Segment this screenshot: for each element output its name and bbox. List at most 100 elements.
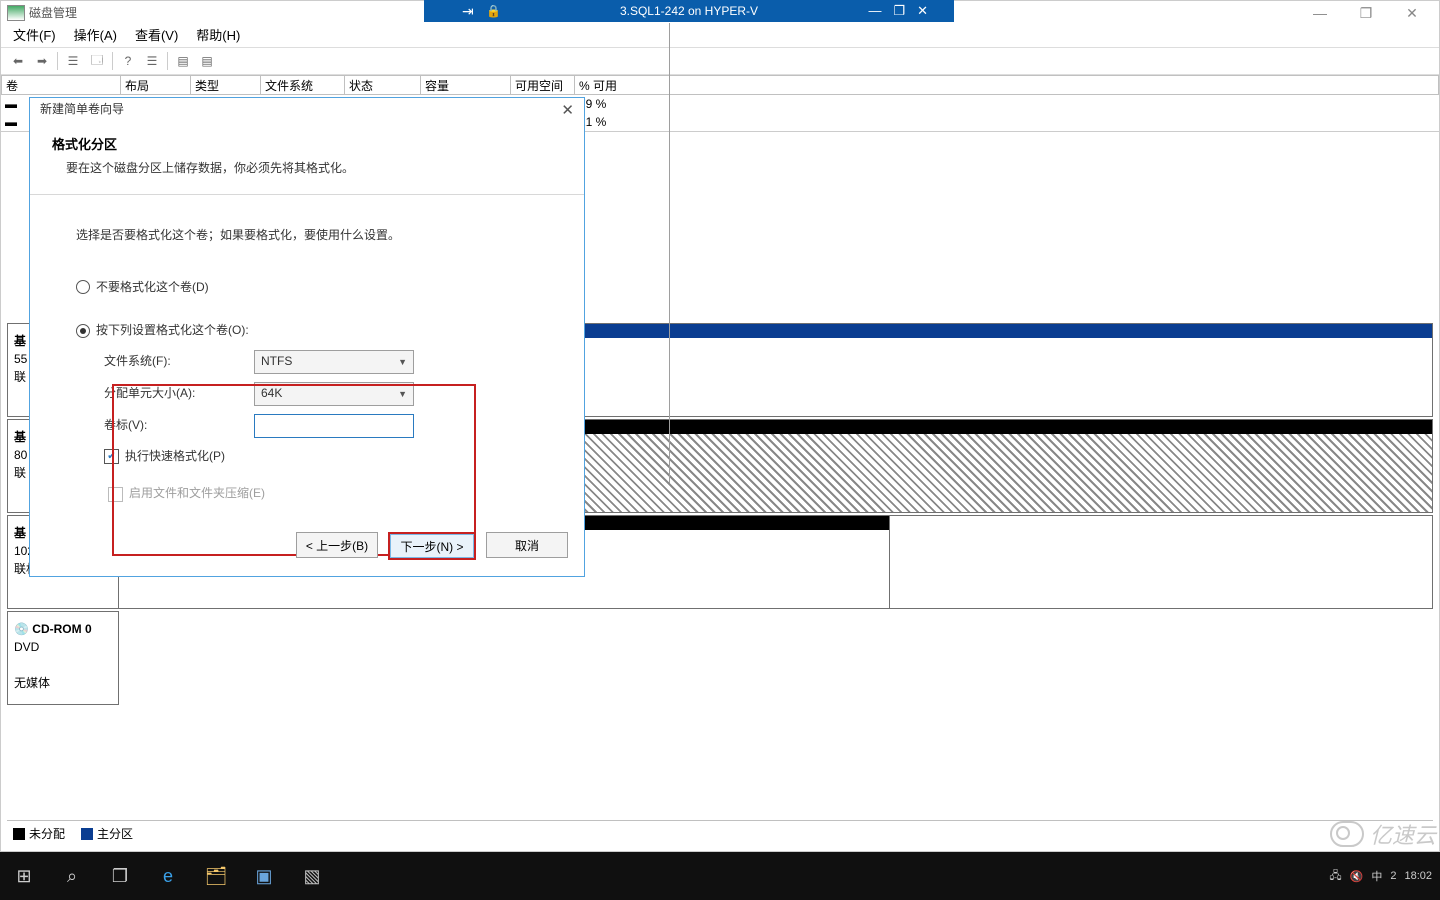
swatch-black (13, 828, 25, 840)
hv-close-button[interactable]: ✕ (917, 3, 928, 19)
watermark: 亿速云 (1330, 818, 1436, 850)
ime-indicator[interactable]: 中 (1371, 868, 1382, 884)
watermark-logo-icon (1330, 821, 1364, 847)
start-button[interactable]: ⊞ (0, 852, 48, 900)
volume-muted-icon[interactable]: 🔇 (1350, 870, 1364, 883)
desktop: 磁盘管理 — ❐ ✕ ⇥ 🔒 3.SQL1-242 on HYPER-V — ❐… (0, 0, 1440, 900)
cancel-button[interactable]: 取消 (486, 532, 568, 558)
label-allocation-unit: 分配单元大小(A): (104, 383, 254, 405)
search-button[interactable]: ⌕ (48, 852, 96, 900)
tb-view2-icon[interactable]: 🗔 (86, 51, 108, 71)
tb-back-icon[interactable]: ⬅ (7, 51, 29, 71)
hv-minimize-button[interactable]: — (868, 3, 881, 19)
network-icon[interactable]: 🖧 (1329, 867, 1341, 886)
legend-primary-label: 主分区 (97, 827, 133, 841)
server-manager-icon[interactable]: ▣ (240, 852, 288, 900)
new-simple-volume-wizard: 新建简单卷向导 ✕ 格式化分区 要在这个磁盘分区上储存数据，你必须先将其格式化。… (29, 97, 585, 577)
checkbox-quick-format[interactable]: ✔ 执行快速格式化(P) (104, 446, 538, 468)
label-filesystem: 文件系统(F): (104, 351, 254, 373)
swatch-blue (81, 828, 93, 840)
chevron-down-icon: ▼ (398, 354, 407, 370)
wizard-footer: < 上一步(B) 下一步(N) > 取消 (296, 532, 568, 560)
radio-do-not-format[interactable]: 不要格式化这个卷(D) (76, 277, 538, 299)
wizard-title: 新建简单卷向导 (40, 102, 124, 116)
col-filesystem[interactable]: 文件系统 (261, 75, 345, 95)
row-filesystem: 文件系统(F): NTFS ▼ (104, 350, 538, 374)
ie-icon[interactable]: e (144, 852, 192, 900)
wizard-instruction: 选择是否要格式化这个卷；如果要格式化，要使用什么设置。 (76, 225, 538, 247)
disk-label-cdrom[interactable]: 💿 CD-ROM 0 DVD 无媒体 (7, 611, 119, 705)
disk-status: 联 (14, 466, 26, 480)
wizard-header: 格式化分区 要在这个磁盘分区上储存数据，你必须先将其格式化。 (30, 120, 584, 182)
hv-bar-inner: ⇥ 🔒 3.SQL1-242 on HYPER-V — ❐ ✕ (442, 0, 936, 22)
radio-format-label: 按下列设置格式化这个卷(O): (96, 320, 249, 342)
disk-name: 基 (14, 334, 26, 348)
menu-view[interactable]: 查看(V) (133, 25, 180, 47)
radio-off-icon (76, 280, 90, 294)
hv-controls: — ❐ ✕ (868, 3, 928, 19)
volume-list-header: 卷 布局 类型 文件系统 状态 容量 可用空间 % 可用 (1, 75, 1439, 95)
wizard-close-button[interactable]: ✕ (561, 100, 574, 122)
col-volume[interactable]: 卷 (1, 75, 121, 95)
menu-file[interactable]: 文件(F) (11, 25, 58, 47)
col-layout[interactable]: 布局 (121, 75, 191, 95)
disk-name: 基 (14, 430, 26, 444)
label-volume-label: 卷标(V): (104, 415, 254, 437)
file-explorer-icon[interactable]: 🗂 (192, 852, 240, 900)
legend-unallocated: 未分配 (13, 825, 65, 842)
wizard-body: 选择是否要格式化这个卷；如果要格式化，要使用什么设置。 不要格式化这个卷(D) … (30, 195, 584, 535)
checkbox-off-icon (108, 487, 123, 502)
col-percent-free[interactable]: % 可用 (575, 75, 1439, 95)
hv-bar-slope-right (936, 0, 954, 22)
lock-icon[interactable]: 🔒 (486, 4, 501, 18)
wizard-heading: 格式化分区 (52, 134, 562, 153)
tb-refresh-icon[interactable]: ☰ (141, 51, 163, 71)
maximize-button[interactable]: ❐ (1343, 1, 1389, 25)
outer-window-title: 磁盘管理 (29, 6, 77, 20)
menu-help[interactable]: 帮助(H) (194, 25, 242, 47)
col-size[interactable]: 容量 (421, 75, 511, 95)
col-freespace[interactable]: 可用空间 (511, 75, 575, 95)
tb-disklist-icon[interactable]: ▤ (172, 51, 194, 71)
minimize-button[interactable]: — (1297, 1, 1343, 25)
disk-management-taskbar-icon[interactable]: ▧ (288, 852, 336, 900)
tb-sep-3 (167, 52, 168, 70)
checkbox-quick-format-label: 执行快速格式化(P) (125, 446, 225, 468)
tray-extra[interactable]: 2 (1390, 870, 1396, 882)
radio-format-with-settings[interactable]: 按下列设置格式化这个卷(O): (76, 320, 538, 342)
checkbox-compression-label: 启用文件和文件夹压缩(E) (129, 483, 265, 505)
toolbar: ⬅ ➡ ☰ 🗔 ? ☰ ▤ ▤ (1, 47, 1439, 75)
outer-window-controls: — ❐ ✕ (1297, 1, 1435, 25)
tb-fwd-icon[interactable]: ➡ (31, 51, 53, 71)
select-allocation-value: 64K (261, 383, 282, 405)
system-tray: 🖧 🔇 中 2 18:02 (1329, 852, 1440, 900)
next-button[interactable]: 下一步(N) > (388, 532, 476, 560)
tb-view1-icon[interactable]: ☰ (62, 51, 84, 71)
close-button[interactable]: ✕ (1389, 1, 1435, 25)
col-status[interactable]: 状态 (345, 75, 421, 95)
legend-primary: 主分区 (81, 825, 133, 842)
select-filesystem[interactable]: NTFS ▼ (254, 350, 414, 374)
select-filesystem-value: NTFS (261, 351, 292, 373)
tb-disklayout-icon[interactable]: ▤ (196, 51, 218, 71)
clock[interactable]: 18:02 (1404, 870, 1432, 882)
tb-sep-2 (112, 52, 113, 70)
tb-help-icon[interactable]: ? (117, 51, 139, 71)
col-type[interactable]: 类型 (191, 75, 261, 95)
menu-action[interactable]: 操作(A) (72, 25, 119, 47)
hv-bar-slope-left (424, 0, 442, 22)
legend-unallocated-label: 未分配 (29, 827, 65, 841)
watermark-text: 亿速云 (1370, 818, 1436, 850)
wizard-title-bar: 新建简单卷向导 ✕ (30, 98, 584, 120)
disk-name: 基 (14, 526, 26, 540)
select-allocation-unit[interactable]: 64K ▼ (254, 382, 414, 406)
disk-status: 联 (14, 370, 26, 384)
disk-body-cdrom (119, 611, 1433, 705)
pin-icon[interactable]: ⇥ (462, 3, 474, 20)
input-volume-label[interactable] (254, 414, 414, 438)
disk-row-cdrom: 💿 CD-ROM 0 DVD 无媒体 (7, 611, 1433, 705)
hv-maximize-button[interactable]: ❐ (893, 3, 905, 19)
task-view-button[interactable]: ❐ (96, 852, 144, 900)
radio-do-not-format-label: 不要格式化这个卷(D) (96, 277, 209, 299)
back-button[interactable]: < 上一步(B) (296, 532, 378, 558)
